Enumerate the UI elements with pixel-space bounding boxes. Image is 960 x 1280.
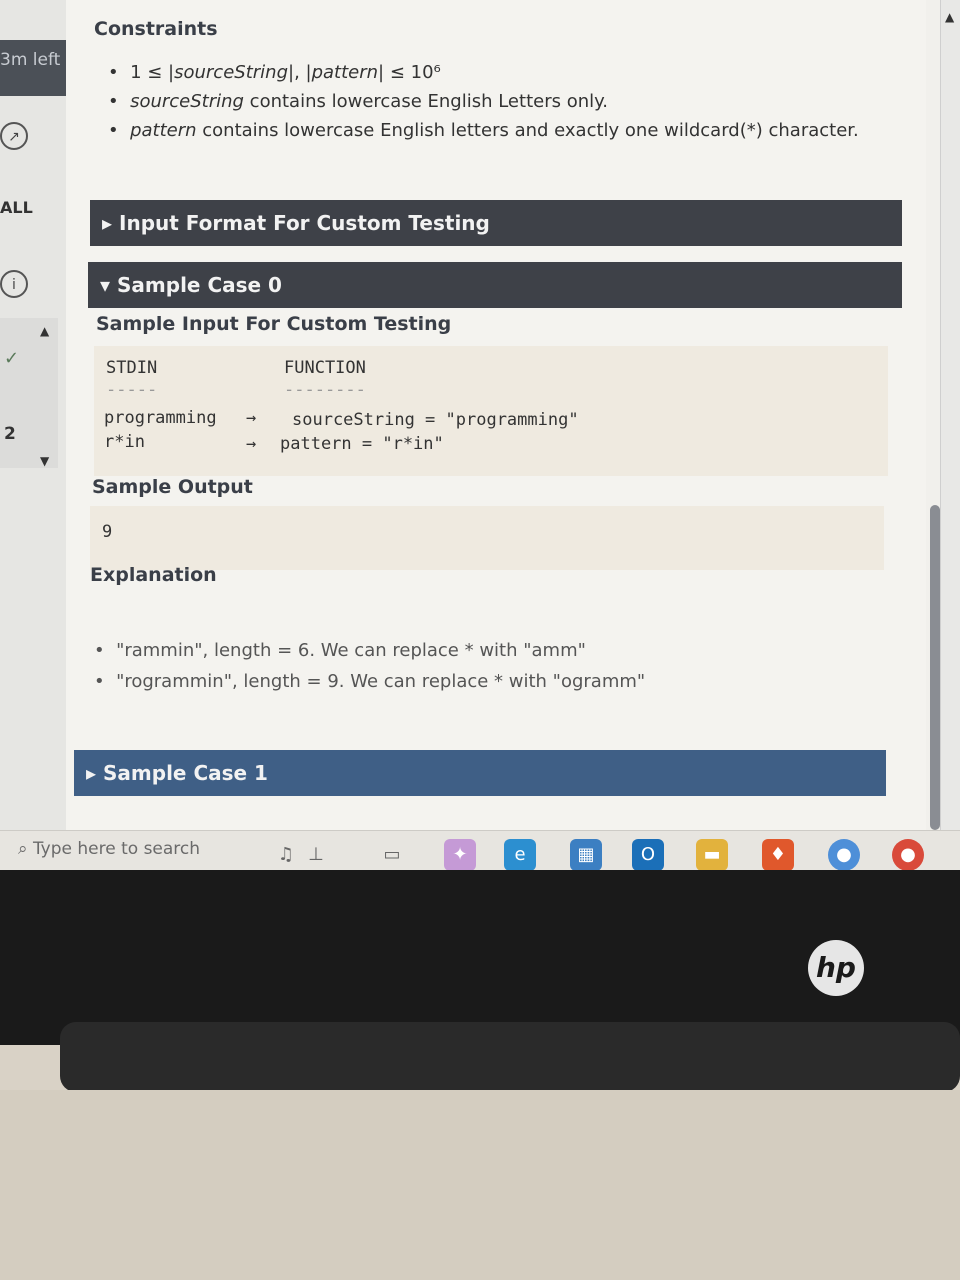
constraint-item: • 1 ≤ |sourceString|, |pattern| ≤ 10⁶ [108, 62, 441, 83]
question-number[interactable]: 2 [4, 424, 16, 444]
music-icon[interactable]: ♫ [270, 839, 302, 870]
left-sidebar: 3m left ↗ ALL i ▲ ✓ 2 ▼ [0, 0, 67, 830]
caret-down-icon: ▾ [100, 273, 118, 297]
sample-case-1-toggle[interactable]: ▸ Sample Case 1 [74, 750, 886, 796]
laptop-deck [0, 1090, 960, 1280]
scroll-up-icon[interactable]: ▲ [40, 324, 49, 338]
outlook-icon[interactable]: O [632, 839, 664, 870]
stdin-value: r*in [104, 432, 145, 452]
sample-output-block: 9 [90, 506, 884, 570]
function-header: FUNCTION [284, 358, 366, 378]
sample-output-heading: Sample Output [92, 476, 253, 498]
function-value: sourceString = "programming" [292, 410, 579, 430]
search-icon: ⌕ [18, 839, 33, 859]
input-format-toggle[interactable]: ▸ Input Format For Custom Testing [90, 200, 902, 246]
scrollbar-thumb[interactable] [930, 505, 940, 830]
arrow-icon: → [246, 434, 257, 454]
sample-input-heading: Sample Input For Custom Testing [96, 313, 452, 335]
taskbar: ⌕ Type here to search ♫ ⊥ ▭ ✦ e ▦ O ▬ ♦ … [0, 830, 960, 870]
sample-case-0-toggle[interactable]: ▾ Sample Case 0 [88, 262, 902, 308]
folder-icon[interactable]: ▬ [696, 839, 728, 870]
caret-right-icon: ▸ [86, 761, 104, 785]
timer: 3m left [0, 40, 66, 96]
chrome-icon[interactable]: ● [828, 839, 860, 870]
explanation-heading: Explanation [90, 564, 217, 586]
caret-right-icon: ▸ [102, 211, 120, 235]
stdin-rule: ----- [106, 380, 158, 400]
copilot-icon[interactable]: ✦ [444, 839, 476, 870]
sample-input-block: STDIN ----- FUNCTION -------- programmin… [94, 346, 888, 476]
chrome-profile-icon[interactable]: ● [892, 839, 924, 870]
scroll-down-icon[interactable]: ▼ [40, 454, 49, 468]
info-icon[interactable]: i [0, 270, 28, 298]
flag-icon[interactable]: ↗ [0, 122, 28, 150]
arrow-icon: → [246, 408, 257, 428]
sample-output-value: 9 [102, 522, 113, 542]
screen: 3m left ↗ ALL i ▲ ✓ 2 ▼ Constraints • 1 … [0, 0, 960, 870]
laptop-hinge [60, 1022, 960, 1092]
widget-icon[interactable]: ⊥ [300, 839, 332, 870]
function-value: pattern = "r*in" [280, 434, 444, 454]
hp-logo: hp [808, 940, 864, 996]
explanation-item: • "rogrammin", length = 9. We can replac… [94, 671, 646, 692]
function-rule: -------- [284, 380, 366, 400]
check-icon: ✓ [4, 348, 20, 369]
stdin-header: STDIN [106, 358, 158, 378]
scroll-up-icon[interactable]: ▲ [945, 10, 954, 24]
edge-icon[interactable]: e [504, 839, 536, 870]
stdin-value: programming [104, 408, 217, 428]
all-questions-label[interactable]: ALL [0, 198, 33, 217]
constraint-item: • pattern contains lowercase English let… [108, 120, 859, 141]
taskbar-search[interactable]: ⌕ Type here to search [18, 839, 200, 859]
store-icon[interactable]: ▦ [570, 839, 602, 870]
constraints-heading: Constraints [94, 18, 218, 40]
problem-panel: Constraints • 1 ≤ |sourceString|, |patte… [66, 0, 926, 830]
explanation-item: • "rammin", length = 6. We can replace *… [94, 640, 586, 661]
brave-icon[interactable]: ♦ [762, 839, 794, 870]
question-list: ▲ ✓ 2 ▼ [0, 318, 58, 468]
constraint-item: • sourceString contains lowercase Englis… [108, 91, 608, 112]
task-view-icon[interactable]: ▭ [376, 839, 408, 870]
window-edge: ▲ [940, 0, 960, 870]
